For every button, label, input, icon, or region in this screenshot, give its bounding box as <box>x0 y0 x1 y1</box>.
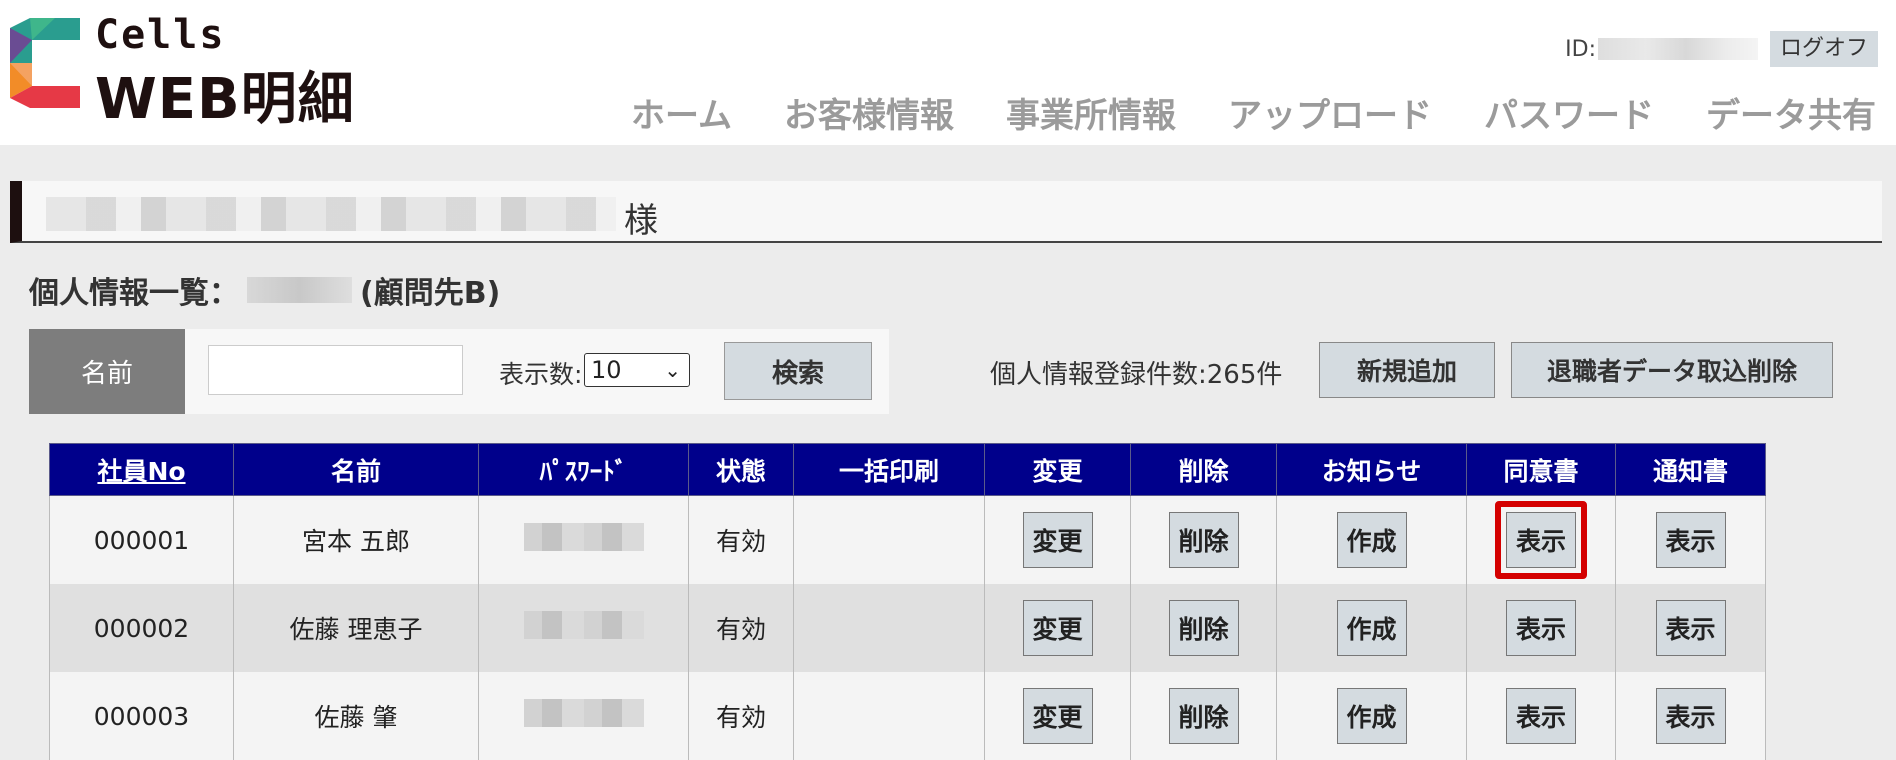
name-label: 名前 <box>29 329 185 414</box>
list-title-prefix: 個人情報一覧： <box>29 276 239 311</box>
user-box: ID: ログオフ <box>1565 31 1878 67</box>
cell-password <box>478 584 689 672</box>
create-notice-button[interactable]: 作成 <box>1336 512 1407 568</box>
retire-import-delete-button[interactable]: 退職者データ取込削除 <box>1511 342 1833 398</box>
cell-consent: 表示 <box>1466 584 1616 672</box>
customer-suffix: 様 <box>624 201 658 241</box>
cell-notice: 作成 <box>1276 495 1467 584</box>
delete-button[interactable]: 削除 <box>1168 688 1239 744</box>
highlight-box: 表示 <box>1495 501 1587 579</box>
header-batch-print: 一括印刷 <box>793 443 985 496</box>
create-notice-button[interactable]: 作成 <box>1336 600 1407 656</box>
header-delete: 削除 <box>1130 443 1277 496</box>
nav-password[interactable]: パスワード <box>1484 88 1654 137</box>
table-header-row: 社員No 名前 ﾊﾟｽﾜｰﾄﾞ 状態 一括印刷 変更 削除 お知らせ 同意書 通… <box>49 443 1766 496</box>
cell-status: 有効 <box>688 495 794 584</box>
header-status: 状態 <box>688 443 794 496</box>
main-nav: ホーム お客様情報 事業所情報 アップロード パスワード データ共有 <box>631 88 1876 137</box>
cell-batch-print <box>793 495 985 584</box>
page-title: 個人情報一覧： (顧問先B) <box>29 268 500 312</box>
cells-logo-icon <box>10 18 80 108</box>
header-name: 名前 <box>233 443 479 496</box>
cell-employee-no: 000003 <box>49 672 234 760</box>
cell-name: 宮本 五郎 <box>233 495 479 584</box>
cell-change: 変更 <box>984 495 1131 584</box>
registration-count: 個人情報登録件数:265件 <box>990 360 1283 390</box>
show-consent-button[interactable]: 表示 <box>1506 600 1576 656</box>
add-new-button[interactable]: 新規追加 <box>1319 342 1495 398</box>
customer-bar: 様 <box>10 181 1882 243</box>
cell-notification: 表示 <box>1615 495 1766 584</box>
list-title-suffix: (顧問先B) <box>360 276 501 311</box>
cell-status: 有効 <box>688 672 794 760</box>
cell-notice: 作成 <box>1276 584 1467 672</box>
show-notification-button[interactable]: 表示 <box>1655 512 1726 568</box>
cell-delete: 削除 <box>1130 672 1277 760</box>
customer-name <box>46 197 616 231</box>
change-button[interactable]: 変更 <box>1022 688 1093 744</box>
display-count-select[interactable]: 10 ⌄ <box>584 353 690 387</box>
change-button[interactable]: 変更 <box>1022 600 1093 656</box>
nav-home[interactable]: ホーム <box>631 88 732 137</box>
search-panel: 名前 表示数: 10 ⌄ 検索 <box>29 329 889 414</box>
employee-table: 社員No 名前 ﾊﾟｽﾜｰﾄﾞ 状態 一括印刷 変更 削除 お知らせ 同意書 通… <box>49 443 1766 760</box>
cell-consent: 表示 <box>1466 495 1616 584</box>
create-notice-button[interactable]: 作成 <box>1336 688 1407 744</box>
password-masked <box>523 699 644 727</box>
nav-office-info[interactable]: 事業所情報 <box>1006 88 1176 137</box>
logoff-button[interactable]: ログオフ <box>1769 31 1878 67</box>
header-password: ﾊﾟｽﾜｰﾄﾞ <box>478 443 689 496</box>
header-notice: お知らせ <box>1276 443 1467 496</box>
cell-status: 有効 <box>688 584 794 672</box>
show-notification-button[interactable]: 表示 <box>1655 600 1726 656</box>
list-title-company <box>247 277 352 303</box>
cell-batch-print <box>793 672 985 760</box>
cell-delete: 削除 <box>1130 495 1277 584</box>
cell-delete: 削除 <box>1130 584 1277 672</box>
table-row: 000002 佐藤 理恵子 有効 変更 削除 作成 表示 表示 <box>49 584 1766 672</box>
cell-name: 佐藤 理恵子 <box>233 584 479 672</box>
table-row: 000003 佐藤 肇 有効 変更 削除 作成 表示 表示 <box>49 672 1766 760</box>
table-row: 000001 宮本 五郎 有効 変更 削除 作成 表示 表示 <box>49 495 1766 584</box>
cell-batch-print <box>793 584 985 672</box>
header-change: 変更 <box>984 443 1131 496</box>
display-count-value: 10 <box>591 356 622 384</box>
cell-name: 佐藤 肇 <box>233 672 479 760</box>
header: Cells WEB明細 ID: ログオフ ホーム お客様情報 事業所情報 アップ… <box>0 0 1896 145</box>
cell-password <box>478 495 689 584</box>
user-id-value <box>1597 38 1758 60</box>
nav-data-share[interactable]: データ共有 <box>1706 88 1876 137</box>
logo-cells-text: Cells <box>95 12 226 58</box>
name-search-input[interactable] <box>208 345 463 395</box>
cell-notification: 表示 <box>1615 672 1766 760</box>
cell-change: 変更 <box>984 672 1131 760</box>
show-consent-button[interactable]: 表示 <box>1506 512 1576 568</box>
user-id-label: ID: <box>1565 36 1596 62</box>
cell-change: 変更 <box>984 584 1131 672</box>
show-consent-button[interactable]: 表示 <box>1506 688 1576 744</box>
logo-web-text: WEB明細 <box>95 67 355 132</box>
header-consent: 同意書 <box>1466 443 1616 496</box>
change-button[interactable]: 変更 <box>1022 512 1093 568</box>
delete-button[interactable]: 削除 <box>1168 600 1239 656</box>
header-notification: 通知書 <box>1615 443 1766 496</box>
cell-password <box>478 672 689 760</box>
cell-consent: 表示 <box>1466 672 1616 760</box>
search-button[interactable]: 検索 <box>724 342 872 400</box>
cell-employee-no: 000001 <box>49 495 234 584</box>
cell-notification: 表示 <box>1615 584 1766 672</box>
password-masked <box>523 611 644 639</box>
cell-notice: 作成 <box>1276 672 1467 760</box>
cell-employee-no: 000002 <box>49 584 234 672</box>
display-count-label: 表示数: <box>499 360 583 389</box>
chevron-down-icon: ⌄ <box>664 358 681 382</box>
header-employee-no[interactable]: 社員No <box>49 443 234 496</box>
delete-button[interactable]: 削除 <box>1168 512 1239 568</box>
nav-upload[interactable]: アップロード <box>1228 88 1432 137</box>
password-masked <box>523 523 644 551</box>
show-notification-button[interactable]: 表示 <box>1655 688 1726 744</box>
nav-customer-info[interactable]: お客様情報 <box>784 88 954 137</box>
